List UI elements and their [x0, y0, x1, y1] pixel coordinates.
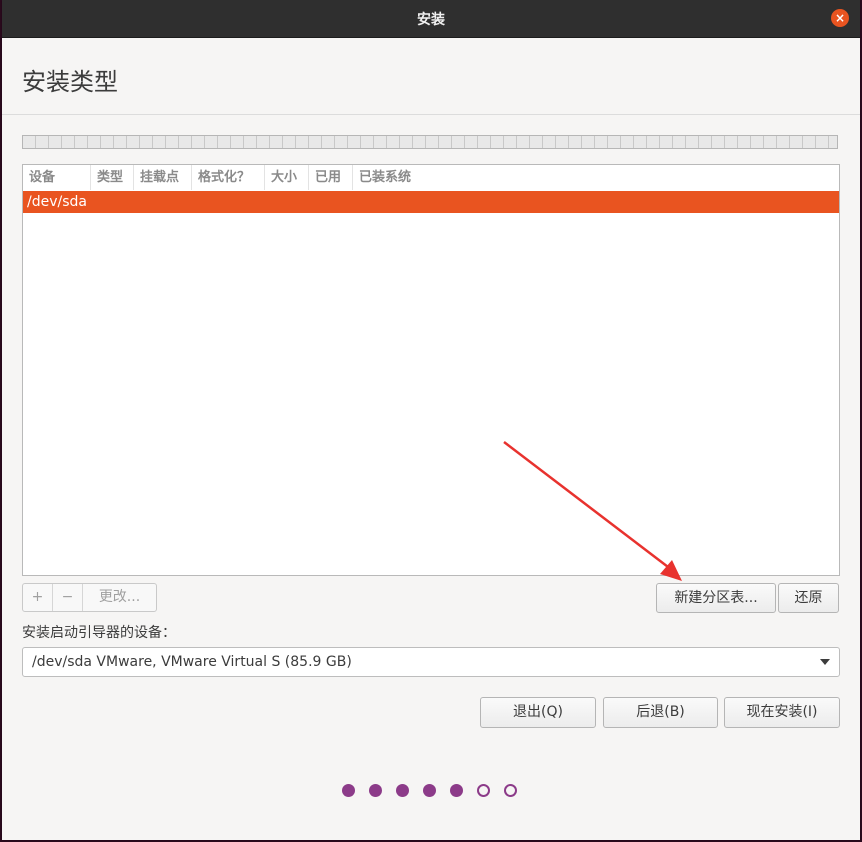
window-title: 安装 — [417, 12, 445, 28]
new-partition-table-button[interactable]: 新建分区表... — [656, 583, 776, 613]
page-title: 安装类型 — [22, 68, 118, 96]
chevron-down-icon — [820, 659, 830, 665]
back-button[interactable]: 后退(B) — [603, 697, 718, 728]
table-header: 设备 类型 挂载点 格式化？ 大小 已用 已装系统 — [23, 165, 839, 190]
header-divider — [2, 114, 860, 115]
progress-dot-completed — [369, 784, 382, 797]
close-button[interactable]: × — [831, 9, 849, 27]
progress-dot-completed — [342, 784, 355, 797]
remove-partition-button[interactable]: − — [53, 584, 83, 611]
progress-dot-completed — [450, 784, 463, 797]
progress-dots — [342, 784, 531, 797]
bootloader-selected-value: /dev/sda VMware, VMware Virtual S (85.9 … — [32, 654, 352, 670]
progress-dot-completed — [396, 784, 409, 797]
row-device: /dev/sda — [27, 194, 87, 210]
column-header-device[interactable]: 设备 — [23, 165, 91, 190]
partition-bar — [22, 135, 838, 149]
bootloader-device-select[interactable]: /dev/sda VMware, VMware Virtual S (85.9 … — [22, 647, 840, 677]
installer-window: 安装 × 安装类型 设备 类型 挂载点 格式化？ 大小 已用 已装系统 /dev… — [2, 0, 860, 840]
quit-button[interactable]: 退出(Q) — [480, 697, 596, 728]
column-header-used[interactable]: 已用 — [309, 165, 353, 190]
progress-dot-pending — [477, 784, 490, 797]
table-row[interactable]: /dev/sda — [23, 191, 839, 213]
change-partition-button[interactable]: 更改... — [83, 584, 156, 611]
column-header-size[interactable]: 大小 — [265, 165, 309, 190]
bootloader-label: 安装启动引导器的设备： — [22, 625, 176, 641]
column-header-mount-point[interactable]: 挂载点 — [134, 165, 192, 190]
column-header-format[interactable]: 格式化？ — [192, 165, 265, 190]
partition-edit-buttons: + − 更改... — [22, 583, 157, 612]
install-now-button[interactable]: 现在安装(I) — [724, 697, 840, 728]
progress-dot-pending — [504, 784, 517, 797]
add-partition-button[interactable]: + — [23, 584, 53, 611]
column-header-installed-system[interactable]: 已装系统 — [353, 165, 839, 190]
column-header-type[interactable]: 类型 — [91, 165, 134, 190]
close-icon: × — [834, 11, 846, 25]
revert-button[interactable]: 还原 — [778, 583, 839, 613]
progress-dot-completed — [423, 784, 436, 797]
title-bar: 安装 × — [2, 0, 860, 38]
partition-table[interactable]: 设备 类型 挂载点 格式化？ 大小 已用 已装系统 /dev/sda — [22, 164, 840, 576]
